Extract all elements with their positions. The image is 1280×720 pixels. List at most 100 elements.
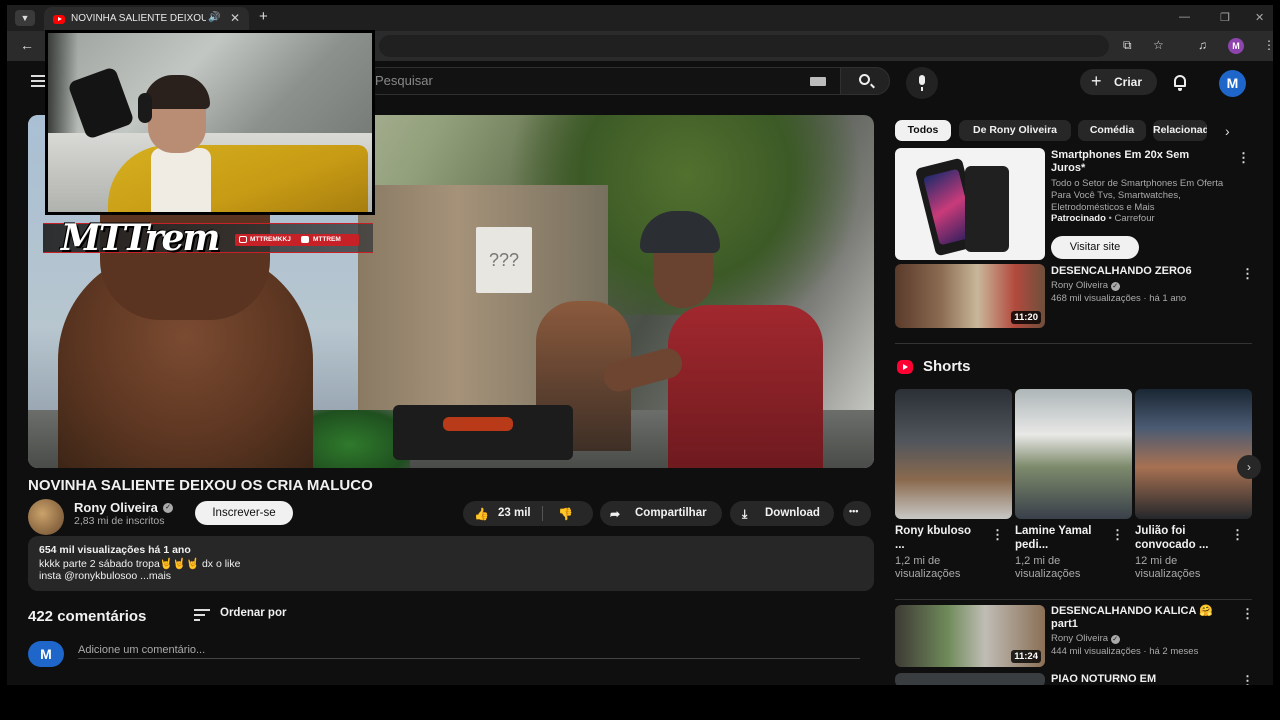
ad-thumbnail[interactable] bbox=[895, 148, 1045, 260]
phone-back-image bbox=[965, 166, 1009, 252]
create-label: Criar bbox=[1114, 75, 1143, 89]
channel-name[interactable]: Rony Oliveira bbox=[74, 500, 158, 515]
keyboard-icon[interactable] bbox=[810, 77, 826, 86]
dislike-thumb-icon[interactable]: 👎 bbox=[558, 507, 573, 521]
search-button[interactable] bbox=[840, 67, 890, 95]
tab-search-chevron-icon[interactable]: ▼ bbox=[15, 10, 35, 26]
chip-from-channel[interactable]: De Rony Oliveira bbox=[959, 120, 1071, 141]
share-button[interactable]: ➦ Compartilhar bbox=[600, 501, 722, 526]
search-input[interactable] bbox=[375, 73, 795, 88]
download-button[interactable]: ⤓ Download bbox=[730, 501, 834, 526]
share-arrow-icon: ➦ bbox=[610, 507, 621, 521]
view-stats: 654 mil visualizações há 1 ano bbox=[39, 544, 191, 556]
ad-more-menu-icon[interactable]: ⋮ bbox=[1237, 150, 1250, 166]
bookmark-star-icon[interactable]: ☆ bbox=[1153, 38, 1164, 52]
shorts-next-chevron-icon[interactable]: › bbox=[1237, 455, 1261, 479]
short-more-menu-icon[interactable]: ⋮ bbox=[1231, 527, 1244, 543]
create-button[interactable]: + Criar bbox=[1080, 69, 1157, 95]
more-actions-button[interactable]: ••• bbox=[843, 501, 871, 526]
browser-menu-icon[interactable]: ⋮ bbox=[1263, 38, 1273, 52]
browser-profile-avatar[interactable]: M bbox=[1228, 38, 1244, 54]
video-thumbnail[interactable] bbox=[895, 673, 1045, 685]
cast-icon[interactable]: ⧉ bbox=[1123, 38, 1132, 53]
minimize-window-icon[interactable]: — bbox=[1179, 11, 1190, 23]
back-arrow-icon[interactable]: ← bbox=[20, 37, 34, 53]
ad-description: Todo o Setor de Smartphones Em Oferta Pa… bbox=[1051, 178, 1224, 213]
video-thumbnail[interactable]: 11:20 bbox=[895, 264, 1045, 328]
sponsored-label: Patrocinado bbox=[1051, 213, 1106, 224]
like-thumb-icon[interactable]: 👍 bbox=[474, 507, 489, 521]
video-meta: 444 mil visualizações · há 2 meses bbox=[1051, 646, 1199, 657]
browser-window: ▼ NOVINHA SALIENTE DEIXOU 🔊 ✕ + — ❐ ✕ ← … bbox=[7, 5, 1273, 685]
shorts-logo-icon bbox=[897, 360, 913, 374]
short-thumbnail[interactable] bbox=[1015, 389, 1132, 519]
short-title[interactable]: Rony kbuloso ... bbox=[895, 524, 981, 552]
address-bar[interactable] bbox=[379, 35, 1109, 57]
video-meta: 468 mil visualizações · há 1 ano bbox=[1051, 293, 1187, 304]
chip-comedy[interactable]: Comédia bbox=[1078, 120, 1146, 141]
description-box[interactable]: 654 mil visualizações há 1 ano kkkk part… bbox=[28, 536, 874, 591]
section-divider bbox=[895, 343, 1252, 344]
short-thumbnail[interactable] bbox=[895, 389, 1012, 519]
verified-check-icon: ✓ bbox=[163, 503, 173, 513]
close-tab-icon[interactable]: ✕ bbox=[230, 11, 240, 25]
video-title-link[interactable]: DESENCALHANDO ZERO6 bbox=[1051, 265, 1226, 278]
video-more-menu-icon[interactable]: ⋮ bbox=[1241, 606, 1254, 622]
channel-avatar[interactable] bbox=[28, 499, 64, 535]
voice-search-button[interactable] bbox=[906, 67, 938, 99]
youtube-favicon-icon bbox=[53, 15, 65, 24]
subscribe-button[interactable]: Inscrever-se bbox=[195, 501, 293, 525]
more-dots-icon: ••• bbox=[849, 506, 859, 516]
chip-all[interactable]: Todos bbox=[895, 120, 951, 141]
video-channel[interactable]: Rony Oliveira ✓ bbox=[1051, 633, 1241, 645]
webcam-blanket bbox=[108, 145, 368, 212]
active-tab[interactable]: NOVINHA SALIENTE DEIXOU 🔊 ✕ bbox=[44, 7, 249, 31]
filter-chips: Todos De Rony Oliveira Comédia Relaciona… bbox=[895, 120, 1255, 142]
new-tab-button[interactable]: + bbox=[259, 8, 268, 25]
close-window-icon[interactable]: ✕ bbox=[1255, 11, 1264, 24]
account-avatar[interactable]: M bbox=[1219, 70, 1246, 97]
short-thumbnail[interactable] bbox=[1135, 389, 1252, 519]
short-more-menu-icon[interactable]: ⋮ bbox=[991, 527, 1004, 543]
add-comment-input[interactable] bbox=[78, 641, 860, 659]
sort-by-button[interactable]: Ordenar por bbox=[220, 607, 286, 619]
advertiser-name: • Carrefour bbox=[1108, 213, 1155, 224]
short-title[interactable]: Julião foi convocado ... bbox=[1135, 524, 1221, 552]
sort-icon[interactable] bbox=[194, 609, 210, 621]
video-title-link[interactable]: PIAO NOTURNO EM bbox=[1051, 673, 1226, 685]
video-channel[interactable]: Rony Oliveira ✓ bbox=[1051, 280, 1241, 292]
social-handles-banner: MTTREMKKJ MTTREM bbox=[235, 234, 359, 246]
visit-site-button[interactable]: Visitar site bbox=[1051, 236, 1139, 259]
video-channel-name: Rony Oliveira bbox=[1051, 280, 1109, 291]
like-count[interactable]: 23 mil bbox=[498, 507, 531, 519]
short-views: 12 mi de visualizações bbox=[1135, 555, 1201, 580]
webcam-streamer-hair bbox=[144, 75, 210, 109]
like-divider bbox=[542, 506, 543, 521]
video-title-link[interactable]: DESENCALHANDO KALICA 🤗 part1 bbox=[1051, 605, 1226, 631]
chips-next-chevron-icon[interactable]: › bbox=[1225, 123, 1230, 139]
download-label: Download bbox=[765, 507, 820, 519]
video-thumbnail[interactable]: 11:24 bbox=[895, 605, 1045, 667]
notifications-bell-icon[interactable] bbox=[1174, 75, 1186, 91]
comments-count: 422 comentários bbox=[28, 608, 147, 625]
ad-title[interactable]: Smartphones Em 20x Sem Juros* bbox=[1051, 149, 1226, 175]
instagram-handle: MTTREMKKJ bbox=[250, 236, 291, 243]
description-line-1: kkkk parte 2 sábado tropa🤘🤘🤘 dx o like bbox=[39, 558, 241, 570]
video-duration: 11:20 bbox=[1011, 311, 1041, 324]
plus-icon: + bbox=[1091, 71, 1102, 91]
video-more-menu-icon[interactable]: ⋮ bbox=[1241, 673, 1254, 685]
short-title[interactable]: Lamine Yamal pedi... bbox=[1015, 524, 1101, 552]
audio-playing-icon[interactable]: 🔊 bbox=[208, 12, 220, 23]
video-title: NOVINHA SALIENTE DEIXOU OS CRIA MALUCO bbox=[28, 477, 373, 494]
media-controls-icon[interactable]: ♫ bbox=[1198, 38, 1207, 52]
video-frame-sign: ??? bbox=[476, 227, 532, 293]
restore-window-icon[interactable]: ❐ bbox=[1220, 11, 1230, 24]
verified-check-icon: ✓ bbox=[1110, 282, 1120, 291]
short-views: 1,2 mi de visualizações bbox=[1015, 555, 1081, 580]
short-more-menu-icon[interactable]: ⋮ bbox=[1111, 527, 1124, 543]
description-line-2[interactable]: insta @ronykbulosoo ...mais bbox=[39, 570, 171, 582]
microphone-icon bbox=[919, 75, 925, 91]
chip-related[interactable]: Relacionados bbox=[1153, 120, 1207, 141]
video-more-menu-icon[interactable]: ⋮ bbox=[1241, 266, 1254, 282]
search-box bbox=[364, 67, 841, 95]
